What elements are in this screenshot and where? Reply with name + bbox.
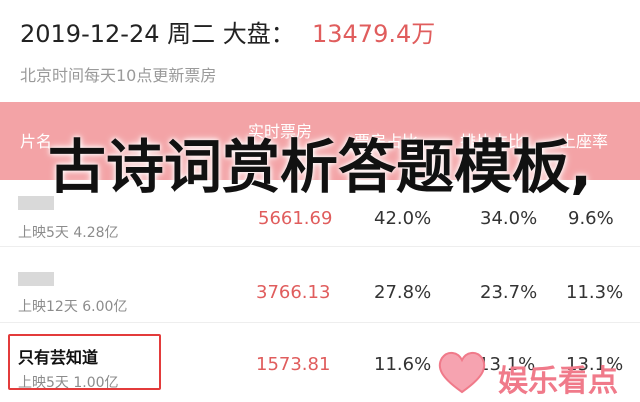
update-note: 北京时间每天10点更新票房	[20, 66, 217, 85]
box-share: 42.0%	[374, 208, 432, 229]
occupancy: 9.6%	[568, 208, 614, 229]
box-share: 11.6%	[374, 354, 432, 375]
box-office: 3766.13	[256, 282, 331, 303]
box-office: 5661.69	[258, 208, 333, 229]
occupancy: 11.3%	[566, 282, 624, 303]
date-label: 2019-12-24 周二 大盘：	[20, 20, 295, 48]
box-office: 1573.81	[256, 354, 331, 375]
watermark-text: 娱乐看点	[498, 364, 618, 399]
table-row[interactable]: 上映12天 6.00亿 3766.13 27.8% 23.7% 11.3%	[0, 256, 640, 323]
heart-icon	[438, 352, 486, 394]
sched-share: 34.0%	[480, 208, 538, 229]
sched-share: 23.7%	[480, 282, 538, 303]
total-box-office: 13479.4万	[312, 20, 436, 48]
watermark: 娱乐看点	[432, 346, 632, 399]
box-share: 27.8%	[374, 282, 432, 303]
release-meta: 上映5天 4.28亿	[18, 225, 119, 241]
overlay-title: 古诗词赏析答题模板,	[47, 133, 593, 201]
highlight-box	[8, 334, 161, 390]
release-meta: 上映12天 6.00亿	[18, 299, 128, 315]
header: 2019-12-24 周二 大盘： 13479.4万 北京时间每天10点更新票房	[0, 0, 640, 102]
title-thumbnail	[18, 272, 54, 286]
